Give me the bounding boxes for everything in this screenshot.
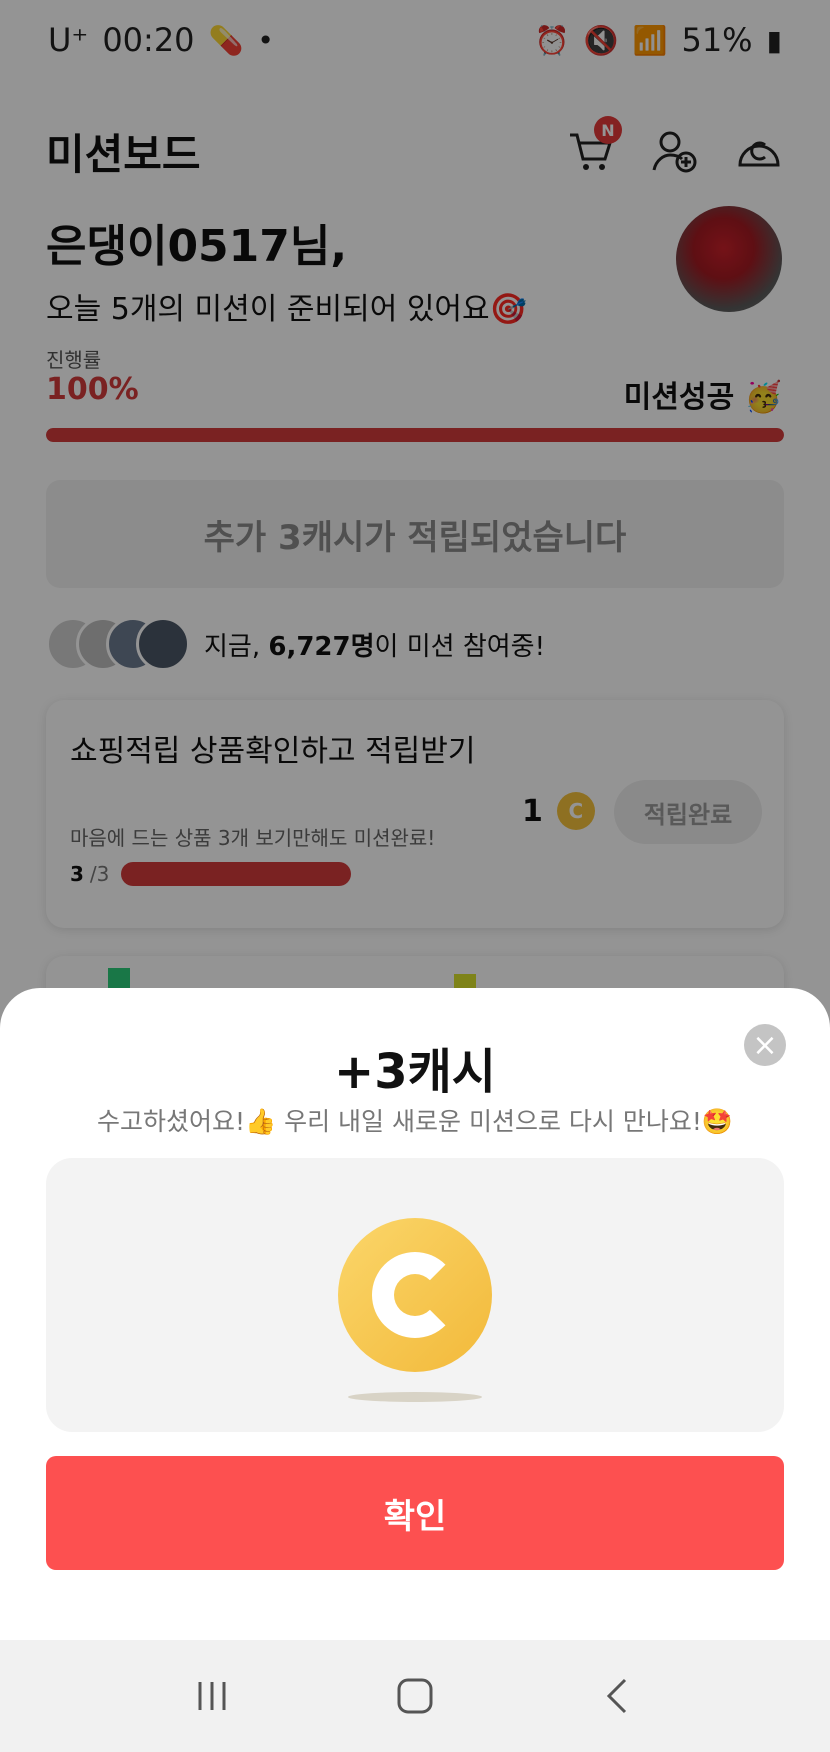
coin-illustration (46, 1158, 784, 1432)
recent-apps-icon[interactable] (177, 1666, 247, 1726)
system-navigation-bar (0, 1640, 830, 1752)
confirm-button[interactable]: 확인 (46, 1456, 784, 1570)
coin-icon (338, 1218, 492, 1372)
sheet-title: +3캐시 (334, 1044, 496, 1100)
coin-c-mark (372, 1252, 458, 1338)
sheet-subtitle: 수고하셨어요!👍 우리 내일 새로운 미션으로 다시 만나요!🤩 (97, 1107, 733, 1136)
back-icon[interactable] (583, 1666, 653, 1726)
reward-bottom-sheet: × +3캐시 수고하셨어요!👍 우리 내일 새로운 미션으로 다시 만나요!🤩 … (0, 988, 830, 1640)
home-icon[interactable] (380, 1666, 450, 1726)
coin-shadow (348, 1392, 482, 1402)
